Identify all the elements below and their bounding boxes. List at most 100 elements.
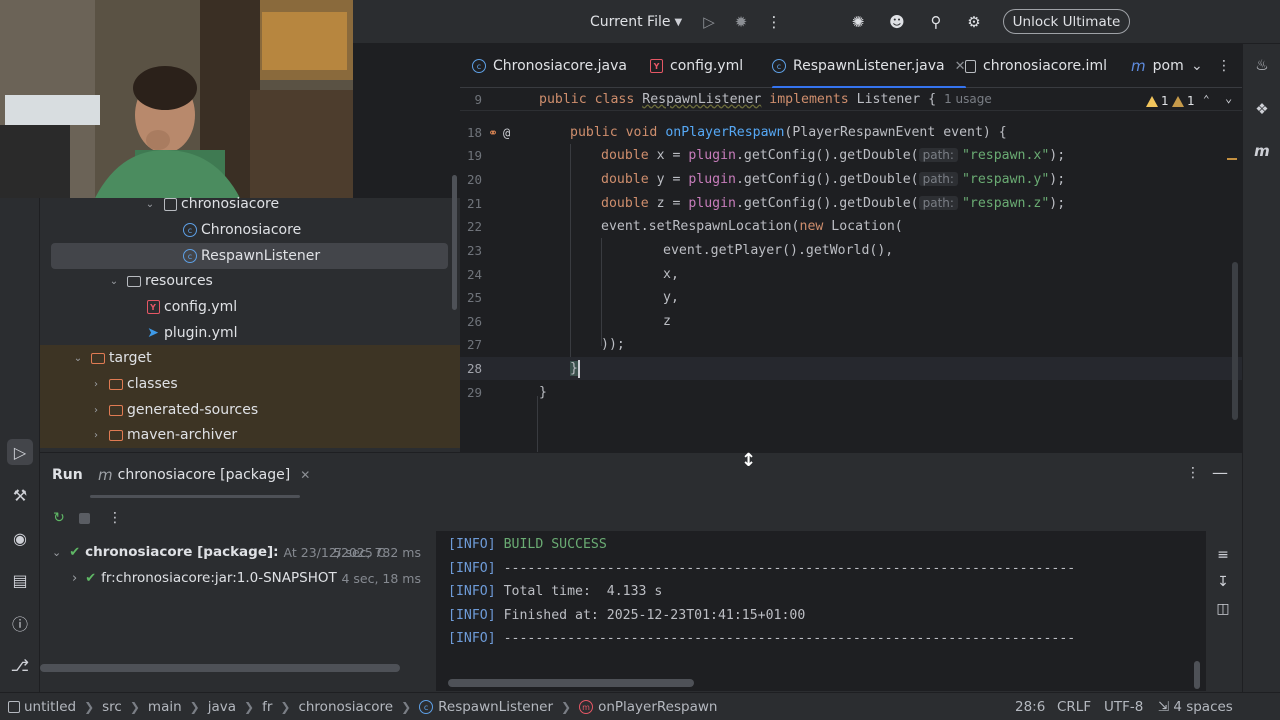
tree-item-generated-sources[interactable]: › generated-sources <box>40 397 460 423</box>
minimize-icon[interactable]: — <box>1212 463 1228 482</box>
console-hscrollbar[interactable] <box>448 679 694 687</box>
chevron-down-icon[interactable]: ⌄ <box>52 546 61 559</box>
tab-respawnlistener-java[interactable]: c RespawnListener.java ✕ <box>772 44 966 89</box>
breadcrumb-item[interactable]: untitled <box>8 699 76 715</box>
weak-warning-count[interactable]: 1 <box>1172 93 1195 109</box>
keyword: public <box>539 91 587 107</box>
sticky-line[interactable]: 9 public class RespawnListener implement… <box>460 88 1242 111</box>
more-actions-icon[interactable]: ⋮ <box>763 11 785 33</box>
code-line-24[interactable]: 24 x, <box>460 263 1242 286</box>
code-line-22[interactable]: 22 event.setRespawnLocation(new Location… <box>460 215 1242 238</box>
annotation-icon[interactable]: @ <box>503 126 510 140</box>
line-separator[interactable]: CRLF <box>1057 693 1091 720</box>
more-tabs-icon[interactable]: ⋮ <box>1217 58 1231 74</box>
services-icon[interactable]: ◉ <box>7 525 33 551</box>
chevron-down-icon[interactable]: ⌄ <box>108 276 120 287</box>
debug-icon[interactable]: ✹ <box>730 11 752 33</box>
console-vscrollbar[interactable] <box>1194 661 1200 689</box>
indent-setting[interactable]: ⇲ 4 spaces <box>1158 693 1233 720</box>
error-stripe-marker[interactable] <box>1227 158 1237 160</box>
breadcrumb-item[interactable]: java <box>208 699 236 715</box>
line-number: 27 <box>466 337 482 352</box>
rerun-icon[interactable]: ↻ <box>48 507 70 529</box>
unlock-ultimate-button[interactable]: Unlock Ultimate <box>1003 9 1130 34</box>
settings-gear-icon[interactable]: ⚙ <box>963 11 985 33</box>
code-line-29[interactable]: 29 } <box>460 381 1242 404</box>
tab-chronosiacore-java[interactable]: c Chronosiacore.java <box>472 44 627 88</box>
breadcrumb-item[interactable]: src <box>102 699 122 715</box>
warning-count[interactable]: 1 <box>1146 93 1169 109</box>
code-line-26[interactable]: 26 z <box>460 310 1242 333</box>
run-tree-child[interactable]: › ✔ fr:chronosiacore:jar:1.0-SNAPSHOT 4 … <box>40 565 433 591</box>
tree-item-target[interactable]: ⌄ target <box>40 345 460 371</box>
git-icon[interactable]: ⎇ <box>7 652 33 678</box>
tree-item-classes[interactable]: › classes <box>40 371 460 397</box>
build-hammer-icon[interactable]: ⚒ <box>7 482 33 508</box>
breadcrumb-item[interactable]: c RespawnListener <box>419 699 553 715</box>
code-line-19[interactable]: 19 double x = plugin.getConfig().getDoub… <box>460 144 1242 167</box>
code-editor[interactable]: 9 public class RespawnListener implement… <box>460 88 1242 452</box>
chevron-right-icon[interactable]: › <box>90 430 102 441</box>
file-encoding[interactable]: UTF-8 <box>1104 693 1143 720</box>
chevron-right-icon[interactable]: › <box>90 379 102 390</box>
tree-item-label: classes <box>127 376 178 392</box>
more-options-icon[interactable]: ⋮ <box>1186 465 1200 481</box>
run-tree-hscrollbar[interactable] <box>40 664 400 672</box>
trash-icon[interactable]: ◫ <box>1213 599 1233 619</box>
chevron-down-icon[interactable]: ⌄ <box>1225 91 1232 105</box>
breadcrumb-item[interactable]: m onPlayerRespawn <box>579 699 717 715</box>
chevron-right-icon[interactable]: › <box>72 571 77 586</box>
tree-item-chronosiacore-package[interactable]: ⌄ chronosiacore <box>40 191 450 217</box>
problems-icon[interactable]: ⓘ <box>7 610 33 636</box>
breadcrumb-item[interactable]: main <box>148 699 182 715</box>
caret-position[interactable]: 28:6 <box>1015 693 1045 720</box>
run-configuration-selector[interactable]: Current File ▼ <box>590 12 682 32</box>
code-line-23[interactable]: 23 event.getPlayer().getWorld(), <box>460 239 1242 262</box>
code-line-25[interactable]: 25 y, <box>460 286 1242 309</box>
ai-assistant-icon[interactable]: ✺ <box>847 11 869 33</box>
chevron-down-icon[interactable]: ⌄ <box>1191 58 1203 74</box>
breadcrumb-item[interactable]: fr <box>262 699 272 715</box>
tree-item-respawnlistener[interactable]: c RespawnListener <box>51 243 448 269</box>
console-output[interactable]: [INFO] BUILD SUCCESS [INFO] ------------… <box>436 531 1206 691</box>
scroll-to-end-icon[interactable]: ↧ <box>1213 572 1233 592</box>
tab-pom[interactable]: m pom <box>1131 44 1184 88</box>
run-tab-chronosiacore-package[interactable]: m chronosiacore [package] ✕ <box>98 453 310 497</box>
maven-icon[interactable]: m <box>1250 139 1274 163</box>
editor-scrollbar[interactable] <box>1232 262 1238 420</box>
weak-warning-icon <box>1172 95 1184 107</box>
ai-chat-icon[interactable]: ❖ <box>1250 97 1274 121</box>
chevron-down-icon[interactable]: ⌄ <box>144 199 156 210</box>
code-line-18[interactable]: 18 ⚭ @ public void onPlayerRespawn(Playe… <box>460 121 1242 144</box>
tree-item-config-yml[interactable]: Y config.yml <box>40 294 450 320</box>
usage-hint[interactable]: 1 usage <box>944 92 992 106</box>
tree-item-chronosiacore-class[interactable]: c Chronosiacore <box>40 217 450 243</box>
close-icon[interactable]: ✕ <box>300 468 310 482</box>
run-tool-icon[interactable]: ▷ <box>7 439 33 465</box>
chevron-up-icon[interactable]: ⌃ <box>1203 93 1210 106</box>
implemented-method-icon[interactable]: ⚭ <box>488 126 498 140</box>
soft-wrap-icon[interactable]: ≡ <box>1213 545 1233 565</box>
tree-item-resources[interactable]: ⌄ resources <box>40 268 450 294</box>
terminal-icon[interactable]: ▤ <box>7 567 33 593</box>
tab-chronosiacore-iml[interactable]: chronosiacore.iml <box>965 44 1107 88</box>
code-line-20[interactable]: 20 double y = plugin.getConfig().getDoub… <box>460 168 1242 191</box>
search-icon[interactable]: ⚲ <box>925 11 947 33</box>
notifications-bell-icon[interactable]: ♨ <box>1250 53 1274 77</box>
code-line-21[interactable]: 21 double z = plugin.getConfig().getDoub… <box>460 192 1242 215</box>
project-scrollbar[interactable] <box>452 175 457 310</box>
tree-item-label: resources <box>145 273 213 289</box>
close-icon[interactable]: ✕ <box>955 59 966 74</box>
add-user-icon[interactable]: ☻ <box>886 11 908 33</box>
tree-item-plugin-yml[interactable]: ➤ plugin.yml <box>40 320 450 346</box>
run-tree-root[interactable]: ⌄ ✔ chronosiacore [package]: At 23/12/20… <box>40 539 433 565</box>
chevron-down-icon[interactable]: ⌄ <box>72 353 84 364</box>
code-line-27[interactable]: 27 )); <box>460 333 1242 356</box>
chevron-right-icon[interactable]: › <box>90 405 102 416</box>
tree-item-maven-archiver[interactable]: › maven-archiver <box>40 422 460 448</box>
tab-config-yml[interactable]: Y config.yml <box>650 44 743 88</box>
more-options-icon[interactable]: ⋮ <box>104 507 126 529</box>
breadcrumb-item[interactable]: chronosiacore <box>298 699 393 715</box>
stop-icon[interactable] <box>73 507 95 529</box>
run-icon[interactable]: ▷ <box>698 11 720 33</box>
